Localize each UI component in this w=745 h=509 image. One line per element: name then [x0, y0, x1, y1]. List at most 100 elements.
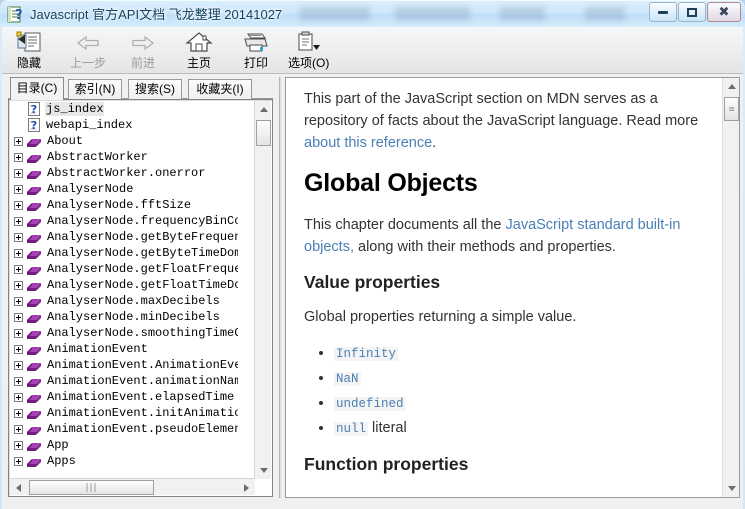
close-icon: ✖	[719, 6, 730, 19]
tree-expander-icon[interactable]	[14, 297, 23, 306]
tree-item-label: AnalyserNode.frequencyBinCount	[46, 214, 238, 228]
toolbar-button-forward[interactable]: 前进	[128, 29, 158, 72]
about-this-reference-link[interactable]: about this reference	[304, 135, 432, 151]
tree-expander-icon[interactable]	[14, 233, 23, 242]
book-icon	[26, 375, 42, 388]
tree-expander-icon[interactable]	[14, 185, 23, 194]
tree-expander-icon[interactable]	[14, 137, 23, 146]
tab-index[interactable]: 索引(N)	[68, 79, 122, 99]
tree-item[interactable]: AbstractWorker	[10, 149, 238, 165]
close-button[interactable]: ✖	[707, 2, 741, 22]
tab-contents[interactable]: 目录(C)	[10, 77, 64, 100]
tree-item[interactable]: AnalyserNode	[10, 181, 238, 197]
tree-horizontal-scrollbar-thumb[interactable]: |||	[29, 480, 154, 495]
tree-item[interactable]: AnalyserNode.getByteTimeDomainD	[10, 245, 238, 261]
tree-expander-icon[interactable]	[14, 153, 23, 162]
tree-vertical-scrollbar[interactable]	[254, 101, 271, 479]
book-icon	[26, 327, 42, 340]
printer-icon	[241, 30, 271, 55]
tree-expander-icon[interactable]	[14, 377, 23, 386]
tree-item[interactable]: AnimationEvent.pseudoElement	[10, 421, 238, 437]
document-vertical-scrollbar-thumb[interactable]: ≡	[724, 97, 739, 121]
tree-item[interactable]: AnalyserNode.getFloatFrequencyD	[10, 261, 238, 277]
tree-item[interactable]: ?js_index	[10, 101, 238, 117]
window-controls: ✖	[648, 2, 741, 24]
chapter-paragraph: This chapter documents all the JavaScrip…	[304, 214, 706, 258]
document-vertical-scrollbar[interactable]: ≡	[722, 78, 739, 497]
tree-item[interactable]: AnalyserNode.maxDecibels	[10, 293, 238, 309]
tree-expander-icon[interactable]	[14, 249, 23, 258]
tree-expander-icon[interactable]	[14, 409, 23, 418]
book-icon	[26, 311, 42, 324]
tree-vertical-scrollbar-thumb[interactable]	[256, 120, 271, 146]
tree-expander-icon[interactable]	[14, 201, 23, 210]
tree-item[interactable]: AnalyserNode.getFloatTimeDomainI	[10, 277, 238, 293]
tree-item[interactable]: AnalyserNode.smoothingTimeConst	[10, 325, 238, 341]
toolbar-button-hide[interactable]: 隐藏	[14, 29, 44, 72]
tree-expander-icon[interactable]	[14, 217, 23, 226]
tree-item[interactable]: AnalyserNode.minDecibels	[10, 309, 238, 325]
tree-item[interactable]: AnimationEvent.elapsedTime	[10, 389, 238, 405]
code-undefined[interactable]: undefined	[334, 397, 406, 411]
title-bar[interactable]: ? Javascript 官方API文档 飞龙整理 20141027 ✖	[0, 0, 745, 27]
tree-item-label: js_index	[45, 102, 104, 116]
code-null[interactable]: null	[334, 422, 368, 436]
document-scroll-up-button[interactable]	[723, 78, 740, 95]
tree-scroll-down-button[interactable]	[255, 462, 272, 479]
tree-horizontal-scrollbar[interactable]: |||	[10, 478, 255, 495]
toolbar-button-options[interactable]: 选项(O)	[288, 29, 329, 72]
tree-item[interactable]: Apps	[10, 453, 238, 469]
tree-item[interactable]: AnimationEvent	[10, 341, 238, 357]
toolbar-label-print: 打印	[244, 56, 268, 70]
tree-item-label: AnalyserNode.maxDecibels	[46, 294, 220, 308]
tree-item[interactable]: AbstractWorker.onerror	[10, 165, 238, 181]
tree-item[interactable]: AnalyserNode.frequencyBinCount	[10, 213, 238, 229]
tree-item-label: App	[46, 438, 69, 452]
tree-expander-icon[interactable]	[14, 345, 23, 354]
tree-item-label: AnalyserNode.getFloatTimeDomainI	[46, 278, 238, 292]
tab-search[interactable]: 搜索(S)	[128, 79, 182, 99]
toolbar-button-print[interactable]: 打印	[241, 29, 271, 72]
tab-favorites[interactable]: 收藏夹(I)	[188, 79, 252, 99]
page-help-icon: ?	[27, 118, 41, 132]
tree-item[interactable]: About	[10, 133, 238, 149]
page-title: Global Objects	[304, 168, 706, 198]
code-nan[interactable]: NaN	[334, 372, 361, 386]
tree-item-label: AbstractWorker.onerror	[46, 166, 205, 180]
tree-scroll-right-button[interactable]	[238, 479, 255, 496]
tree-item-label: AnalyserNode.smoothingTimeConst	[46, 326, 238, 340]
tree-item[interactable]: AnimationEvent.animationName	[10, 373, 238, 389]
tree-expander-icon[interactable]	[14, 393, 23, 402]
tree-item[interactable]: ?webapi_index	[10, 117, 238, 133]
tree-item[interactable]: AnalyserNode.fftSize	[10, 197, 238, 213]
tree-scroll-up-button[interactable]	[255, 101, 272, 118]
minimize-button[interactable]	[649, 2, 677, 22]
tree-expander-icon[interactable]	[14, 441, 23, 450]
document-viewport: This part of the JavaScript section on M…	[286, 78, 722, 497]
tree-expander-icon[interactable]	[14, 281, 23, 290]
tree-expander-icon[interactable]	[14, 425, 23, 434]
tree-expander-icon[interactable]	[14, 169, 23, 178]
toolbar-button-home[interactable]: 主页	[184, 29, 214, 72]
tree-expander-icon[interactable]	[14, 457, 23, 466]
tree-item[interactable]: App	[10, 437, 238, 453]
contents-tree[interactable]: ?js_index?webapi_indexAboutAbstractWorke…	[8, 99, 273, 497]
navigation-tabs: 目录(C) 索引(N) 搜索(S) 收藏夹(I)	[8, 77, 273, 99]
maximize-button[interactable]	[678, 2, 706, 22]
code-infinity[interactable]: Infinity	[334, 347, 398, 361]
tree-item[interactable]: AnimationEvent.AnimationEvent	[10, 357, 238, 373]
document-scroll-down-button[interactable]	[723, 480, 740, 497]
tree-expander-icon[interactable]	[14, 265, 23, 274]
pane-splitter[interactable]	[278, 77, 283, 498]
tree-expander-icon[interactable]	[14, 329, 23, 338]
tree-expander-icon[interactable]	[14, 361, 23, 370]
tree-item-label: AnimationEvent.AnimationEvent	[46, 358, 238, 372]
help-document-icon: ?	[6, 5, 25, 24]
document-pane: This part of the JavaScript section on M…	[285, 77, 740, 498]
toolbar-button-back[interactable]: 上一步	[70, 29, 106, 72]
tree-scroll-left-button[interactable]	[10, 479, 27, 496]
back-arrow-icon	[73, 30, 103, 55]
tree-item[interactable]: AnimationEvent.initAnimationEve	[10, 405, 238, 421]
tree-item[interactable]: AnalyserNode.getByteFrequencyDat	[10, 229, 238, 245]
tree-expander-icon[interactable]	[14, 313, 23, 322]
